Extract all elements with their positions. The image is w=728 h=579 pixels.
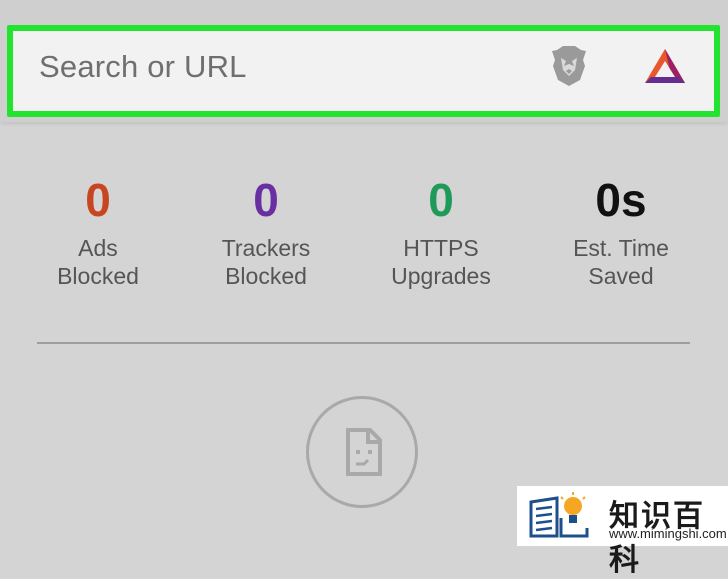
watermark-url: www.mimingshi.com xyxy=(609,526,727,541)
top-toolbar: Search or URL xyxy=(0,0,728,122)
trackers-blocked-count: 0 xyxy=(253,174,279,226)
time-saved-label: Est. Time Saved xyxy=(573,235,669,289)
search-input[interactable]: Search or URL xyxy=(39,49,247,85)
empty-favorites-placeholder xyxy=(306,396,418,508)
ads-blocked-stat: 0 Ads Blocked xyxy=(13,172,183,290)
https-upgrades-label: HTTPS Upgrades xyxy=(391,235,491,289)
rewards-triangle-icon[interactable] xyxy=(643,47,687,85)
trackers-blocked-label: Trackers Blocked xyxy=(221,235,311,289)
book-lightbulb-icon xyxy=(529,492,589,538)
https-upgrades-stat: 0 HTTPS Upgrades xyxy=(356,172,526,290)
watermark-logo: 知识百科 www.mimingshi.com xyxy=(517,486,728,578)
https-upgrades-count: 0 xyxy=(428,174,454,226)
time-saved-stat: 0s Est. Time Saved xyxy=(536,172,706,290)
brave-shield-icon[interactable] xyxy=(549,44,589,88)
broken-document-icon xyxy=(346,428,382,476)
time-saved-value: 0s xyxy=(595,174,647,226)
section-divider xyxy=(37,342,690,344)
ads-blocked-count: 0 xyxy=(85,174,111,226)
ads-blocked-label: Ads Blocked xyxy=(57,235,139,289)
trackers-blocked-stat: 0 Trackers Blocked xyxy=(181,172,351,290)
search-bar[interactable]: Search or URL xyxy=(7,25,720,117)
